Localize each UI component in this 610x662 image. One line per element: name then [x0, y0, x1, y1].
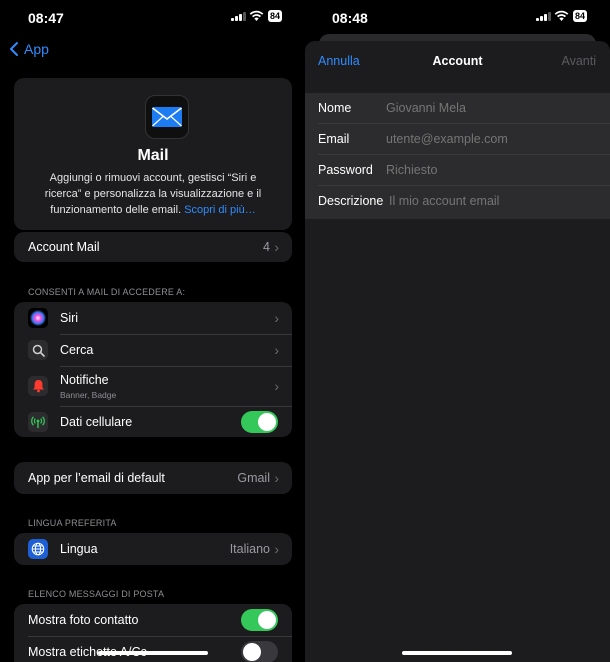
hero-description: Aggiungi o rimuovi account, gestisci “Si…: [44, 172, 262, 216]
show-photo-row: Mostra foto contatto: [14, 605, 292, 635]
description-field[interactable]: [389, 194, 599, 208]
notifications-subtitle: Banner, Badge: [60, 390, 117, 400]
language-value: Italiano: [229, 542, 270, 556]
toggle-knob: [243, 643, 261, 661]
email-row: Email: [305, 124, 610, 155]
status-time: 08:48: [332, 10, 368, 26]
default-app-value: Gmail: [237, 471, 270, 485]
default-app-card: App per l’email di default Gmail ›: [14, 462, 292, 494]
battery-indicator: 84: [573, 10, 588, 22]
section-header-access: CONSENTI A MAIL DI ACCEDERE A:: [28, 287, 186, 297]
home-indicator: [98, 651, 208, 655]
chevron-right-icon: ›: [274, 470, 279, 486]
hero-title: Mail: [137, 147, 169, 164]
language-card: Lingua Italiano ›: [14, 533, 292, 565]
notification-bell-icon: [28, 376, 48, 396]
antenna-icon: [28, 412, 48, 432]
search-icon: [28, 340, 48, 360]
wifi-icon: [249, 10, 264, 21]
envelope-icon: [152, 107, 182, 127]
cellular-data-toggle[interactable]: [241, 411, 278, 433]
learn-more-link[interactable]: Scopri di più…: [184, 204, 256, 216]
search-row[interactable]: Cerca ›: [14, 335, 292, 365]
toggle-knob: [258, 611, 276, 629]
section-header-messages: ELENCO MESSAGGI DI POSTA: [28, 589, 165, 599]
status-time: 08:47: [28, 10, 64, 26]
siri-icon: [28, 308, 48, 328]
status-bar: 08:48 84: [305, 0, 610, 34]
chevron-right-icon: ›: [274, 239, 279, 255]
name-label: Nome: [318, 101, 352, 115]
chevron-right-icon: ›: [274, 342, 279, 358]
section-header-language: LINGUA PREFERITA: [28, 518, 117, 528]
mail-app-icon: [145, 95, 189, 139]
chevron-right-icon: ›: [274, 310, 279, 326]
globe-icon: [28, 539, 48, 559]
description-row: Descrizione: [305, 186, 610, 217]
chevron-right-icon: ›: [274, 541, 279, 557]
account-card: Account Mail 4 ›: [14, 232, 292, 262]
account-form-sheet: Annulla Account Avanti Nome Email Passwo…: [305, 41, 610, 662]
cellular-signal-icon: [231, 11, 246, 21]
name-row: Nome: [305, 93, 610, 124]
mail-settings-screen: 08:47 84 App Mail Aggiungi o rimuovi acc…: [0, 0, 305, 662]
next-button[interactable]: Avanti: [561, 54, 596, 68]
wifi-icon: [554, 10, 569, 21]
password-label: Password: [318, 163, 373, 177]
add-account-screen: 08:48 84 Annulla Account Avanti Nome Ema…: [305, 0, 610, 662]
language-row[interactable]: Lingua Italiano ›: [14, 534, 292, 564]
password-field[interactable]: [386, 163, 596, 177]
notifications-row[interactable]: Notifiche Banner, Badge ›: [14, 367, 292, 405]
toggle-knob: [258, 413, 276, 431]
status-bar: 08:47 84: [0, 0, 305, 34]
access-card: Siri › Cerca › Notifiche Banner, Badge ›…: [14, 302, 292, 437]
name-field[interactable]: [386, 101, 596, 115]
siri-row[interactable]: Siri ›: [14, 303, 292, 333]
email-label: Email: [318, 132, 350, 146]
back-label: App: [24, 41, 49, 57]
sheet-header: Annulla Account Avanti: [305, 41, 610, 93]
chevron-right-icon: ›: [274, 378, 279, 394]
default-email-app-row[interactable]: App per l’email di default Gmail ›: [14, 463, 292, 493]
mail-hero-card: Mail Aggiungi o rimuovi account, gestisc…: [14, 78, 292, 230]
account-form: Nome Email Password Descrizione: [305, 93, 610, 219]
account-count: 4: [263, 240, 270, 254]
show-to-cc-labels-toggle[interactable]: [241, 641, 278, 662]
chevron-left-icon: [10, 42, 18, 56]
description-label: Descrizione: [318, 194, 384, 208]
back-button[interactable]: App: [8, 41, 49, 57]
home-indicator: [402, 651, 512, 655]
show-contact-photo-toggle[interactable]: [241, 609, 278, 631]
cellular-signal-icon: [536, 11, 551, 21]
show-labels-row: Mostra etichette A/Cc: [14, 637, 292, 662]
cellular-row: Dati cellulare: [14, 407, 292, 437]
password-row: Password: [305, 155, 610, 186]
account-mail-row[interactable]: Account Mail 4 ›: [14, 232, 292, 262]
battery-indicator: 84: [268, 10, 283, 22]
email-field[interactable]: [386, 132, 596, 146]
